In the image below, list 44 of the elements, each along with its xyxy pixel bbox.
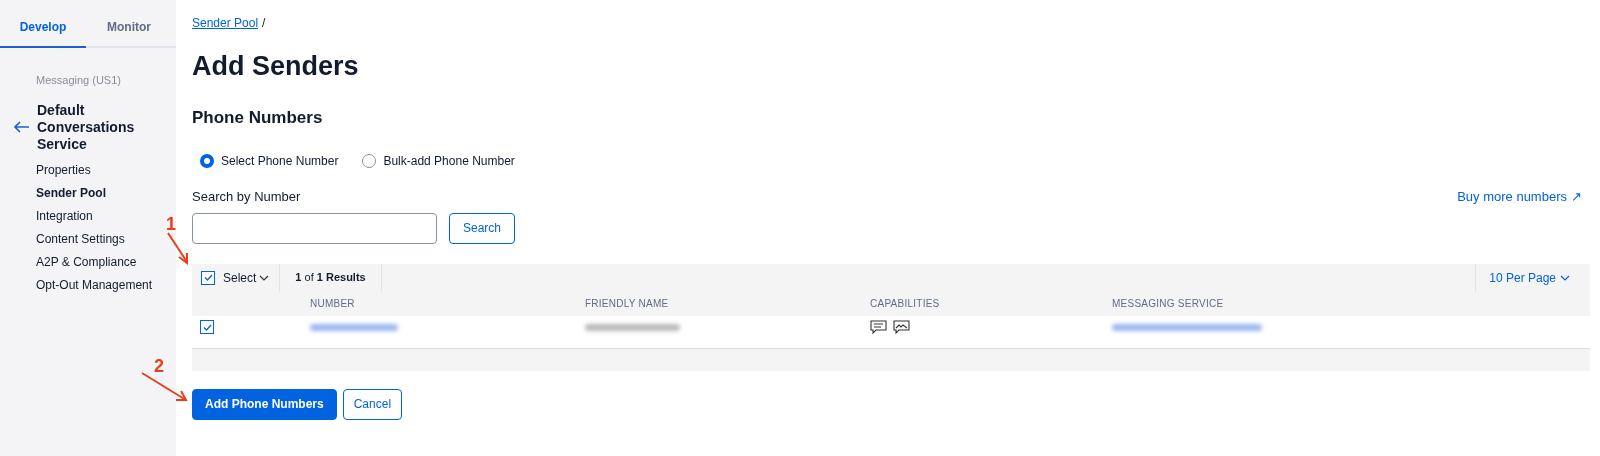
search-button[interactable]: Search (449, 212, 516, 244)
page-title: Add Senders (192, 50, 360, 83)
breadcrumb-link[interactable]: Sender Pool (192, 14, 259, 32)
sidebar-item[interactable]: Properties (36, 160, 91, 179)
radio-button[interactable] (200, 154, 214, 168)
image-message-icon (893, 320, 910, 334)
chat-bubble-icon (870, 320, 887, 334)
check-icon (202, 323, 212, 331)
search-field[interactable] (192, 212, 437, 244)
sidebar-item[interactable]: Content Settings (36, 229, 125, 248)
column-header: NUMBER (310, 297, 355, 311)
select-dropdown[interactable]: Select (223, 268, 270, 287)
column-header: MESSAGING SERVICE (1112, 297, 1224, 311)
add-button[interactable]: Add Phone Numbers (192, 388, 337, 420)
radio-option[interactable]: Select Phone Number (200, 152, 339, 170)
cancel-button[interactable]: Cancel (342, 388, 403, 420)
sidebar-tab[interactable]: Monitor (86, 18, 172, 46)
field-label: Search by Number (192, 188, 301, 206)
sidebar-item[interactable]: Integration (36, 206, 93, 225)
chevron-down-icon (259, 274, 270, 281)
chevron-down-icon (1560, 274, 1570, 281)
radio-button[interactable] (362, 154, 377, 168)
check-icon (203, 274, 213, 281)
column-header: CAPABILITIES (870, 297, 940, 311)
sidebar-item[interactable]: Sender Pool (36, 183, 106, 202)
service-title: Default Conversations Service (37, 101, 136, 153)
sidebar-item[interactable]: A2P & Compliance (36, 252, 137, 271)
sidebar-item[interactable]: Opt-Out Management (36, 275, 153, 294)
back-arrow-icon[interactable] (14, 121, 30, 133)
section-label: Messaging (US1) (36, 73, 122, 88)
per-page-dropdown[interactable]: 10 Per Page (1475, 263, 1590, 292)
annotation-arrow (166, 232, 190, 265)
annotation-number: 2 (154, 355, 164, 378)
sidebar-tab[interactable]: Develop (0, 18, 86, 48)
column-header: FRIENDLY NAME (585, 297, 669, 311)
radio-option[interactable]: Bulk-add Phone Number (362, 152, 515, 170)
buy-numbers-link[interactable]: Buy more numbers ↗ (1457, 187, 1582, 207)
checkbox[interactable] (200, 320, 214, 334)
checkbox[interactable] (201, 270, 215, 285)
section-title: Phone Numbers (192, 106, 324, 129)
annotation-number: 1 (166, 213, 176, 236)
results-count: 1 of 1 Results (295, 270, 366, 286)
breadcrumb-separator: / (262, 15, 266, 32)
annotation-arrow (140, 371, 190, 403)
